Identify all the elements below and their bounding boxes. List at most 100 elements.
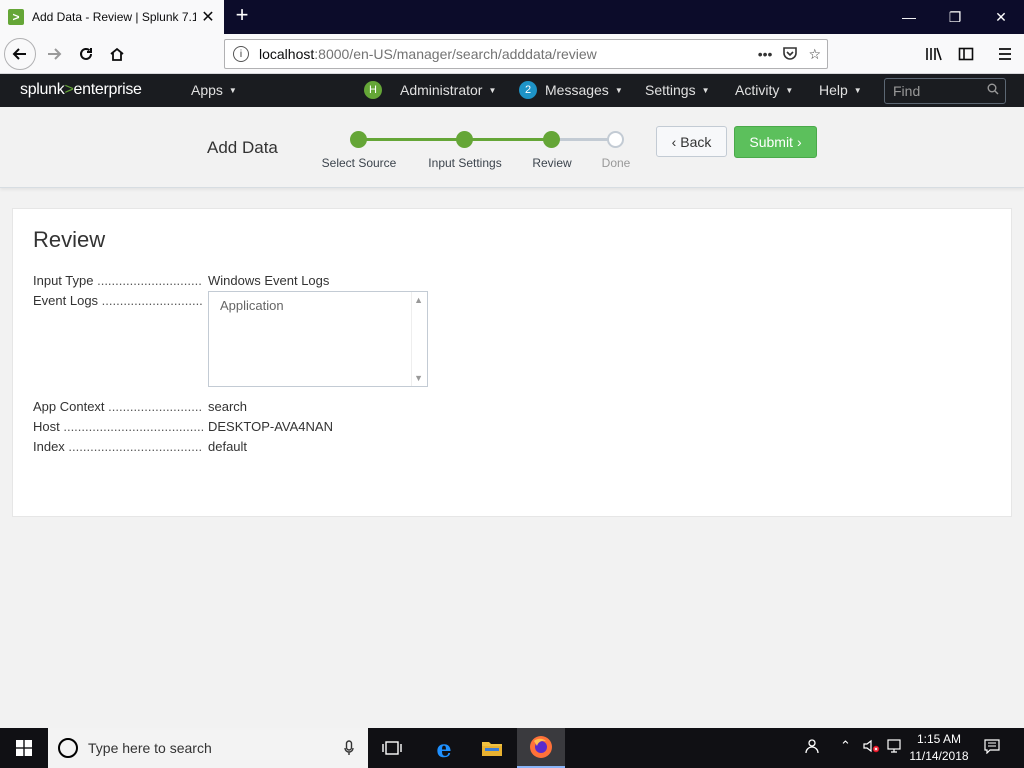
close-window-icon[interactable]: ✕ — [978, 0, 1024, 34]
page-actions-icon[interactable]: ••• — [758, 46, 773, 62]
sidebar-icon[interactable] — [950, 38, 982, 70]
caret-down-icon: ▼ — [614, 85, 623, 95]
browser-tab-strip: > Add Data - Review | Splunk 7.1. ✕ + — … — [0, 0, 1024, 34]
bookmark-star-icon[interactable]: ☆ — [808, 46, 821, 63]
splunk-favicon-icon: > — [8, 9, 24, 25]
submit-label: Submit — [749, 134, 793, 150]
taskbar-search-box[interactable]: Type here to search — [48, 728, 368, 768]
back-arrow-icon[interactable] — [4, 38, 36, 70]
chevron-up-icon[interactable]: ⌃ — [840, 738, 851, 754]
caret-down-icon: ▼ — [701, 85, 710, 95]
step-dot-done — [607, 131, 624, 148]
step-label-review: Review — [532, 156, 572, 170]
cortana-icon — [58, 738, 78, 758]
listbox-scrollbar[interactable]: ▲ ▼ — [411, 292, 427, 386]
restore-icon[interactable]: ❐ — [932, 0, 978, 34]
site-info-icon[interactable]: i — [233, 46, 249, 62]
browser-nav-bar: i localhost:8000/en-US/manager/search/ad… — [0, 34, 1024, 74]
apps-menu[interactable]: Apps ▼ — [191, 82, 237, 98]
review-heading: Review — [33, 227, 106, 252]
add-data-wizard: Add Data Select Source Input Settings Re… — [0, 107, 1024, 188]
settings-menu[interactable]: Settings ▼ — [645, 82, 710, 98]
brand-enterprise: enterprise — [73, 81, 142, 98]
field-label: Event Logs — [33, 293, 203, 308]
taskbar-clock[interactable]: 1:15 AM 11/14/2018 — [904, 731, 974, 765]
review-panel: Review Input Type Windows Event Logs Eve… — [12, 208, 1012, 517]
forward-arrow-icon[interactable] — [38, 38, 70, 70]
browser-tab[interactable]: > Add Data - Review | Splunk 7.1. ✕ — [0, 0, 224, 34]
field-value: DESKTOP-AVA4NAN — [208, 419, 333, 434]
caret-down-icon: ▼ — [488, 85, 497, 95]
step-pending-line — [551, 138, 615, 141]
user-menu[interactable]: H Administrator ▼ — [364, 81, 496, 99]
library-icon[interactable] — [918, 38, 950, 70]
help-label: Help — [819, 82, 848, 98]
step-label-input-settings: Input Settings — [428, 156, 502, 170]
caret-down-icon: ▼ — [853, 85, 862, 95]
messages-label: Messages — [545, 82, 609, 98]
field-value: search — [208, 399, 248, 414]
caret-down-icon: ▼ — [785, 85, 794, 95]
field-label: Host — [33, 419, 203, 434]
field-value: Windows Event Logs — [208, 273, 330, 288]
clock-date: 11/14/2018 — [909, 749, 969, 763]
back-label: Back — [680, 133, 712, 150]
task-view-icon[interactable] — [368, 728, 416, 768]
settings-label: Settings — [645, 82, 696, 98]
chevron-right-icon: › — [796, 134, 802, 150]
step-label-select-source: Select Source — [321, 156, 397, 170]
activity-label: Activity — [735, 82, 780, 98]
brand-gt: > — [64, 81, 74, 98]
file-explorer-icon[interactable] — [468, 728, 516, 768]
event-logs-listbox[interactable]: Application ▲ ▼ — [208, 291, 428, 387]
firefox-icon[interactable] — [517, 728, 565, 768]
scroll-down-icon[interactable]: ▼ — [414, 373, 423, 383]
step-dot-select-source — [350, 131, 367, 148]
field-value: default — [208, 439, 248, 454]
splunk-logo[interactable]: splunk>enterprise — [20, 81, 142, 99]
new-tab-button[interactable]: + — [230, 4, 254, 28]
submit-button[interactable]: Submit › — [734, 126, 817, 158]
list-item[interactable]: Application — [220, 298, 284, 313]
splunk-header: splunk>enterprise Apps ▼ H Administrator ▼ … — [0, 74, 1024, 107]
tab-title: Add Data - Review | Splunk 7.1. — [32, 10, 196, 24]
edge-browser-icon[interactable]: e — [420, 728, 468, 768]
action-center-icon[interactable] — [984, 738, 1000, 757]
user-label: Administrator — [400, 82, 483, 98]
activity-menu[interactable]: Activity ▼ — [735, 82, 793, 98]
help-menu[interactable]: Help ▼ — [819, 82, 862, 98]
people-icon[interactable] — [803, 738, 819, 757]
home-icon[interactable] — [101, 38, 133, 70]
chevron-left-icon: ‹ — [671, 133, 677, 150]
step-dot-input-settings — [456, 131, 473, 148]
url-host: localhost — [259, 46, 315, 62]
clock-time: 1:15 AM — [916, 732, 962, 746]
apps-label: Apps — [191, 82, 223, 98]
caret-down-icon: ▼ — [228, 85, 237, 95]
address-bar[interactable]: i localhost:8000/en-US/manager/search/ad… — [224, 39, 828, 69]
reload-icon[interactable] — [70, 38, 102, 70]
windows-start-icon[interactable] — [0, 728, 48, 768]
back-button[interactable]: ‹ Back — [656, 126, 727, 157]
find-input[interactable]: Find — [884, 78, 1006, 104]
messages-menu[interactable]: 2 Messages ▼ — [519, 81, 623, 99]
taskbar-search-placeholder: Type here to search — [88, 740, 212, 756]
network-icon[interactable] — [886, 738, 902, 757]
wizard-title: Add Data — [207, 138, 278, 157]
step-progress-line — [358, 138, 551, 141]
pocket-icon[interactable] — [782, 45, 798, 64]
url-path: :8000/en-US/manager/search/adddata/revie… — [314, 46, 597, 62]
field-label: Index — [33, 439, 203, 454]
find-placeholder: Find — [893, 83, 921, 99]
microphone-icon[interactable] — [344, 740, 354, 759]
search-icon[interactable] — [987, 83, 999, 98]
menu-hamburger-icon[interactable] — [989, 38, 1021, 70]
field-label: Input Type — [33, 273, 203, 288]
minimize-icon[interactable]: — — [886, 0, 932, 34]
tab-close-icon[interactable]: ✕ — [200, 7, 216, 27]
messages-count-badge: 2 — [519, 81, 537, 99]
brand-splunk: splunk — [20, 81, 65, 98]
field-label: App Context — [33, 399, 203, 414]
scroll-up-icon[interactable]: ▲ — [414, 295, 423, 305]
volume-muted-icon[interactable] — [862, 738, 880, 757]
